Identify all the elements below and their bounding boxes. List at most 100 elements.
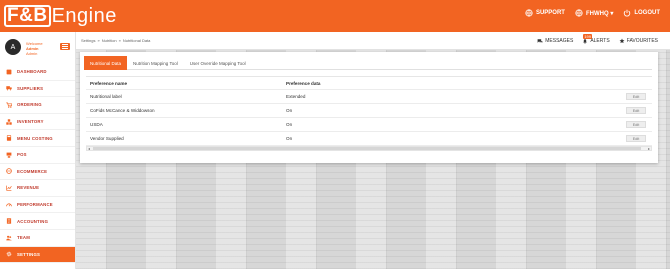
scroll-right-icon[interactable]: ▸ [648,146,650,151]
sidebar-item-menu-costing[interactable]: MENU COSTING [0,130,75,147]
alerts-link[interactable]: 199 ALERTS [582,34,610,44]
header-links: MESSAGES 199 ALERTS FAVOURITES [537,34,658,44]
cell-preference-data: Extended [286,94,306,99]
top-bar: F&B Engine SUPPORT FHWHQ ▾ LOGOUT [0,0,670,32]
table-row: Nutritional label Extended Edit [86,90,652,104]
table-header-row: Preference name Preference data [86,77,652,90]
ledger-icon [6,218,12,224]
favourites-label: FAVOURITES [626,38,658,44]
column-header-preference-name[interactable]: Preference name [86,81,286,86]
avatar[interactable]: A [5,39,21,55]
cell-actions: Edit [606,135,652,142]
sidebar-item-label: DASHBOARD [17,69,47,75]
cell-preference-name: Vendor Supplied [90,136,124,141]
logout-label: LOGOUT [634,10,660,16]
column-header-preference-data[interactable]: Preference data [286,81,606,86]
sidebar-item-suppliers[interactable]: SUPPLIERS [0,81,75,98]
sidebar-item-label: ORDERING [17,102,42,108]
tab-nutritional-data[interactable]: Nutritional Data [84,56,128,70]
star-icon [619,38,625,44]
globe-icon [575,9,583,17]
cell-preference-data: On [286,136,293,141]
sidebar-toggle-button[interactable] [60,43,70,50]
globe-icon [6,168,12,175]
edit-button[interactable]: Edit [626,135,646,142]
sidebar-item-inventory[interactable]: INVENTORY [0,114,75,131]
support-label: SUPPORT [535,10,565,16]
cell-preference-data: On [286,122,293,127]
alerts-badge: 199 [583,34,592,39]
logout-button[interactable]: LOGOUT [623,9,660,17]
edit-button[interactable]: Edit [626,107,646,114]
cell-actions: Edit [606,121,652,128]
edit-button[interactable]: Edit [626,121,646,128]
breadcrumb-separator: » [97,38,100,43]
sidebar-item-label: POS [17,152,27,158]
users-icon [6,235,12,241]
breadcrumb-nutrition[interactable]: Nutrition [102,38,117,43]
globe-icon [525,9,533,17]
sidebar-item-team[interactable]: TEAM [0,230,75,247]
cell-preference-name: CoFids McCance & Widdowson [90,108,155,113]
breadcrumb-separator: » [118,38,121,43]
sidebar-item-label: ACCOUNTING [17,218,49,224]
scrollbar-thumb[interactable] [93,147,641,150]
chat-icon [537,39,543,43]
boxes-icon [6,118,12,125]
scroll-left-icon[interactable]: ◂ [88,146,90,151]
breadcrumb: Settings » Nutrition » Nutritional Data [81,38,150,43]
sidebar-item-label: ECOMMERCE [17,168,48,174]
preferences-table: Preference name Preference data Nutritio… [86,76,652,146]
cell-preference-name: Nutritional label [90,94,122,99]
sidebar-item-label: SETTINGS [17,251,41,257]
dashboard-icon [6,69,12,75]
table-row: USDA On Edit [86,118,652,132]
sidebar-item-label: INVENTORY [17,119,44,125]
sidebar-item-dashboard[interactable]: DASHBOARD [0,64,75,81]
calculator-icon [6,135,12,141]
breadcrumb-settings[interactable]: Settings [81,38,95,43]
sidebar-item-revenue[interactable]: REVENUE [0,180,75,197]
favourites-link[interactable]: FAVOURITES [619,38,658,44]
alerts-label: ALERTS [590,38,610,44]
sidebar-item-pos[interactable]: POS [0,147,75,164]
user-role: Admin [26,51,38,56]
site-selector-label: FHWHQ ▾ [585,10,614,17]
breadcrumb-current: Nutritional Data [122,38,151,43]
tab-bar: Nutritional Data Nutrition Mapping Tool … [84,56,652,70]
cell-actions: Edit [606,107,652,114]
sidebar-item-label: TEAM [17,235,30,241]
cell-preference-name: USDA [90,122,103,127]
chart-icon [6,185,12,191]
cart-icon [6,102,12,108]
messages-link[interactable]: MESSAGES [537,38,573,44]
tab-user-override-mapping-tool[interactable]: User Override Mapping Tool [184,56,252,70]
user-profile: A Welcome Admin Admin [0,32,75,62]
site-selector[interactable]: FHWHQ ▾ [575,9,613,17]
welcome-block: Welcome Admin Admin [26,41,43,56]
sidebar-item-label: PERFORMANCE [17,202,53,208]
sidebar-item-label: SUPPLIERS [17,85,44,91]
sidebar-item-ecommerce[interactable]: ECOMMERCE [0,164,75,181]
sidebar-item-accounting[interactable]: ACCOUNTING [0,213,75,230]
brand-logo[interactable]: F&B Engine [4,4,117,28]
sidebar-item-label: REVENUE [17,185,40,191]
tab-nutrition-mapping-tool[interactable]: Nutrition Mapping Tool [127,56,184,70]
sidebar-menu: DASHBOARD SUPPLIERS ORDERING INVENTORY M… [0,64,75,264]
power-icon [624,9,631,17]
messages-label: MESSAGES [545,38,574,44]
sidebar-item-settings[interactable]: SETTINGS [0,246,75,264]
sidebar-item-label: MENU COSTING [17,135,53,141]
speedometer-icon [6,202,12,208]
horizontal-scrollbar[interactable]: ◂ ▸ [86,146,652,151]
table-row: Vendor Supplied On Edit [86,132,652,146]
sidebar-item-ordering[interactable]: ORDERING [0,97,75,114]
cell-preference-data: On [286,108,293,113]
truck-icon [6,85,12,91]
sidebar-item-performance[interactable]: PERFORMANCE [0,197,75,214]
edit-button[interactable]: Edit [626,93,646,100]
top-actions: SUPPORT FHWHQ ▾ LOGOUT [525,9,660,17]
pos-icon [6,152,12,158]
support-button[interactable]: SUPPORT [525,9,565,17]
gear-icon [6,251,12,257]
